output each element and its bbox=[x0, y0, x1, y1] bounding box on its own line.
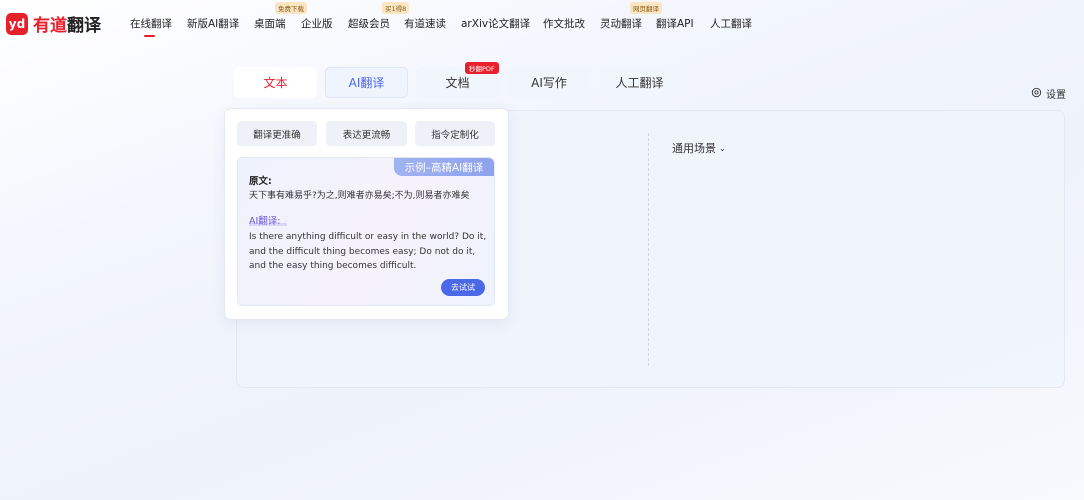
ai-line-3: and the easy thing becomes difficult. bbox=[249, 261, 417, 271]
example-card: 示例–高精AI翻译 原文: 天下事有难易乎?为之,则难者亦易矣;不为,则易者亦难… bbox=[237, 157, 495, 306]
logo[interactable]: yd 有道翻译 bbox=[6, 11, 101, 36]
tab-ai-translate[interactable]: AI翻译 bbox=[325, 67, 408, 98]
nav-item-super-vip[interactable]: 超级会员 bbox=[348, 16, 390, 31]
source-text: 天下事有难易乎?为之,则难者亦易矣;不为,则易者亦难矣 bbox=[249, 191, 470, 201]
nav-item-enterprise[interactable]: 企业版 bbox=[301, 16, 333, 31]
tab-human-translate[interactable]: 人工翻译 bbox=[599, 67, 680, 98]
nav-item-human-translate[interactable]: 人工翻译 bbox=[710, 16, 752, 31]
settings-label: 设置 bbox=[1046, 90, 1066, 101]
logo-text-part1: 有道 bbox=[33, 16, 67, 36]
ai-label: AI翻译: bbox=[249, 213, 287, 227]
nav-item-speed-read[interactable]: 有道速读 bbox=[404, 16, 446, 31]
feature-accurate: 翻译更准确 bbox=[237, 121, 317, 146]
panel-divider bbox=[648, 133, 649, 366]
settings-button[interactable]: 设置 bbox=[1031, 86, 1066, 101]
feature-fluent: 表达更流畅 bbox=[326, 121, 407, 146]
chevron-down-icon: ⌄ bbox=[719, 143, 726, 153]
try-button[interactable]: 去试试 bbox=[441, 279, 485, 296]
nav-badge-web-translate: 网页翻译 bbox=[630, 2, 662, 14]
nav-item-online-translate[interactable]: 在线翻译 bbox=[130, 16, 172, 37]
logo-mark: yd bbox=[6, 12, 28, 35]
gear-icon bbox=[1031, 87, 1046, 101]
source-label: 原文: bbox=[249, 176, 272, 187]
ai-line-2: and the difficult thing becomes easy; Do… bbox=[249, 246, 476, 257]
nav-item-desktop[interactable]: 桌面端 bbox=[254, 16, 286, 31]
scene-label: 通用场景 bbox=[672, 142, 716, 155]
example-tag: 示例–高精AI翻译 bbox=[394, 158, 494, 176]
scene-selector[interactable]: 通用场景 ⌄ bbox=[672, 140, 726, 156]
logo-text-part2: 翻译 bbox=[67, 16, 101, 36]
tab-document-badge: 秒翻PDF bbox=[465, 62, 499, 74]
nav-item-new-ai-translate[interactable]: 新版AI翻译 bbox=[187, 16, 239, 31]
tab-ai-writing[interactable]: AI写作 bbox=[508, 67, 590, 98]
top-navbar: yd 有道翻译 在线翻译 新版AI翻译 免费下载 桌面端 企业版 买1得8 超级… bbox=[0, 0, 1084, 44]
nav-item-lingdong[interactable]: 灵动翻译 bbox=[600, 16, 642, 31]
nav-item-arxiv[interactable]: arXiv论文翻译 bbox=[461, 16, 530, 31]
ai-line-1: Is there anything difficult or easy in t… bbox=[249, 232, 487, 242]
feature-custom: 指令定制化 bbox=[415, 121, 495, 146]
nav-badge-desktop: 免费下载 bbox=[275, 2, 307, 14]
nav-item-api[interactable]: 翻译API bbox=[656, 16, 694, 31]
tab-text[interactable]: 文本 bbox=[234, 67, 317, 98]
nav-item-essay-correction[interactable]: 作文批改 bbox=[543, 16, 585, 31]
logo-text: 有道翻译 bbox=[33, 11, 101, 36]
nav-badge-vip: 买1得8 bbox=[382, 2, 410, 14]
